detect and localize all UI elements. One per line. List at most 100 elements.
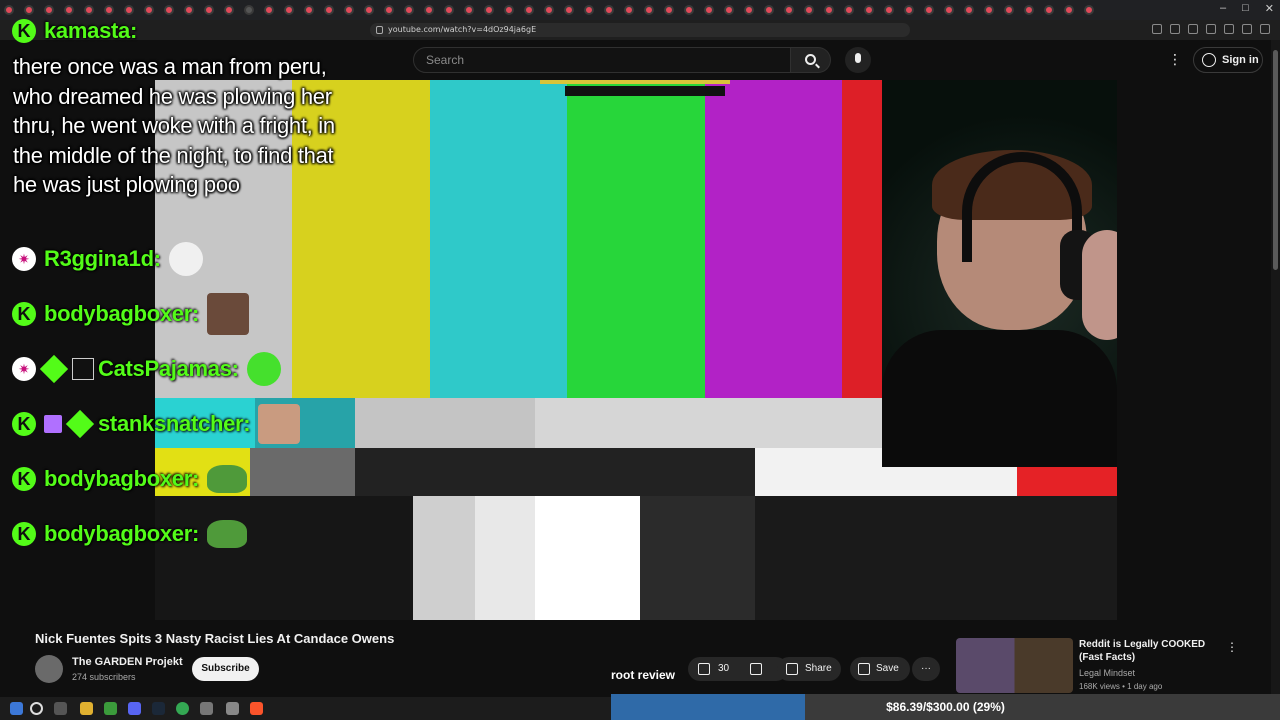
- video-title: Nick Fuentes Spits 3 Nasty Racist Lies A…: [35, 631, 395, 646]
- search-icon: [805, 54, 816, 65]
- app-icon[interactable]: [200, 702, 213, 715]
- browser-tab[interactable]: [564, 5, 574, 15]
- browser-tab[interactable]: [364, 5, 374, 15]
- browser-tab[interactable]: [164, 5, 174, 15]
- browser-tab[interactable]: [1004, 5, 1014, 15]
- browser-tab[interactable]: [744, 5, 754, 15]
- recommended-thumbnail[interactable]: [956, 638, 1073, 693]
- share-button[interactable]: Share: [777, 657, 841, 681]
- minimize-button[interactable]: –: [1220, 2, 1226, 15]
- browser-tab[interactable]: [1044, 5, 1054, 15]
- extension-icon[interactable]: [1224, 24, 1234, 34]
- chrome-icon[interactable]: [176, 702, 189, 715]
- browser-tab[interactable]: [484, 5, 494, 15]
- extension-icon[interactable]: [1260, 24, 1270, 34]
- browser-tab[interactable]: [604, 5, 614, 15]
- browser-tab[interactable]: [524, 5, 534, 15]
- browser-tab[interactable]: [144, 5, 154, 15]
- browser-tab[interactable]: [704, 5, 714, 15]
- recommended-channel[interactable]: Legal Mindset: [1079, 668, 1135, 678]
- browser-tab[interactable]: [224, 5, 234, 15]
- browser-tab[interactable]: [984, 5, 994, 15]
- maximize-button[interactable]: □: [1242, 2, 1249, 15]
- page-scrollbar[interactable]: [1271, 40, 1280, 697]
- browser-tab[interactable]: [724, 5, 734, 15]
- thumbs-down-icon[interactable]: [750, 663, 762, 675]
- discord-icon[interactable]: [128, 702, 141, 715]
- browser-tab[interactable]: [844, 5, 854, 15]
- browser-tab[interactable]: [424, 5, 434, 15]
- task-view-icon[interactable]: [54, 702, 67, 715]
- browser-tab[interactable]: [404, 5, 414, 15]
- browser-tab[interactable]: [924, 5, 934, 15]
- browser-tab[interactable]: [584, 5, 594, 15]
- brave-browser-icon[interactable]: [250, 702, 263, 715]
- search-icon[interactable]: [30, 702, 43, 715]
- browser-tab[interactable]: [684, 5, 694, 15]
- browser-tab[interactable]: [644, 5, 654, 15]
- browser-tab[interactable]: [884, 5, 894, 15]
- browser-tab[interactable]: [284, 5, 294, 15]
- browser-tab[interactable]: [304, 5, 314, 15]
- browser-tab[interactable]: [344, 5, 354, 15]
- settings-menu-button[interactable]: ⋮: [1168, 52, 1182, 66]
- file-explorer-icon[interactable]: [80, 702, 93, 715]
- browser-tab[interactable]: [264, 5, 274, 15]
- recommended-menu-button[interactable]: ⋮: [1226, 640, 1238, 654]
- subscribe-button[interactable]: Subscribe: [192, 657, 259, 681]
- steam-icon[interactable]: [152, 702, 165, 715]
- browser-tab[interactable]: [824, 5, 834, 15]
- browser-tab[interactable]: [1084, 5, 1094, 15]
- color-bar: [429, 80, 568, 400]
- extension-icon[interactable]: [1188, 24, 1198, 34]
- browser-tab[interactable]: [464, 5, 474, 15]
- save-button[interactable]: Save: [850, 657, 910, 681]
- browser-tab[interactable]: [1024, 5, 1034, 15]
- chat-message: there once was a man from peru, who drea…: [13, 54, 335, 197]
- browser-tab[interactable]: [864, 5, 874, 15]
- browser-tab[interactable]: [444, 5, 454, 15]
- browser-tab[interactable]: [384, 5, 394, 15]
- browser-tab[interactable]: [944, 5, 954, 15]
- browser-tab[interactable]: [504, 5, 514, 15]
- star-badge-icon: ✷: [12, 247, 36, 271]
- chat-row: ✷ R3ggina1d:: [12, 242, 203, 276]
- extension-icon[interactable]: [1152, 24, 1162, 34]
- channel-avatar[interactable]: [35, 655, 63, 683]
- sign-in-button[interactable]: Sign in: [1193, 47, 1263, 73]
- like-button[interactable]: 30: [688, 657, 788, 681]
- browser-tab[interactable]: [1064, 5, 1074, 15]
- channel-name[interactable]: The GARDEN Projekt: [72, 656, 183, 668]
- streamer-webcam: [882, 80, 1117, 467]
- windows-start-icon[interactable]: [10, 702, 23, 715]
- url-field[interactable]: youtube.com/watch?v=4dOz94ja6gE: [370, 23, 910, 37]
- browser-tab[interactable]: [624, 5, 634, 15]
- browser-tab[interactable]: [804, 5, 814, 15]
- more-actions-button[interactable]: ···: [912, 657, 940, 681]
- sign-in-label: Sign in: [1222, 54, 1259, 66]
- scrollbar-thumb[interactable]: [1273, 50, 1278, 270]
- browser-tab[interactable]: [664, 5, 674, 15]
- search-button[interactable]: [791, 47, 831, 73]
- browser-tab[interactable]: [184, 5, 194, 15]
- browser-tab[interactable]: [784, 5, 794, 15]
- search-input[interactable]: Search: [413, 47, 791, 73]
- close-button[interactable]: ✕: [1265, 2, 1274, 15]
- browser-tab[interactable]: [964, 5, 974, 15]
- share-label: Share: [805, 663, 832, 674]
- app-icon[interactable]: [226, 702, 239, 715]
- voice-search-button[interactable]: [845, 47, 871, 73]
- extension-icon[interactable]: [1170, 24, 1180, 34]
- browser-tab[interactable]: [544, 5, 554, 15]
- app-icon[interactable]: [104, 702, 117, 715]
- extension-icon[interactable]: [1206, 24, 1216, 34]
- extension-icon[interactable]: [1242, 24, 1252, 34]
- browser-tab[interactable]: [324, 5, 334, 15]
- chat-row: K bodybagboxer:: [12, 293, 249, 335]
- site-info-icon[interactable]: [376, 26, 383, 34]
- browser-tab-active[interactable]: [244, 5, 254, 15]
- recommended-title[interactable]: Reddit is Legally COOKED (Fast Facts): [1079, 638, 1224, 664]
- browser-tab[interactable]: [764, 5, 774, 15]
- browser-tab[interactable]: [904, 5, 914, 15]
- browser-tab[interactable]: [204, 5, 214, 15]
